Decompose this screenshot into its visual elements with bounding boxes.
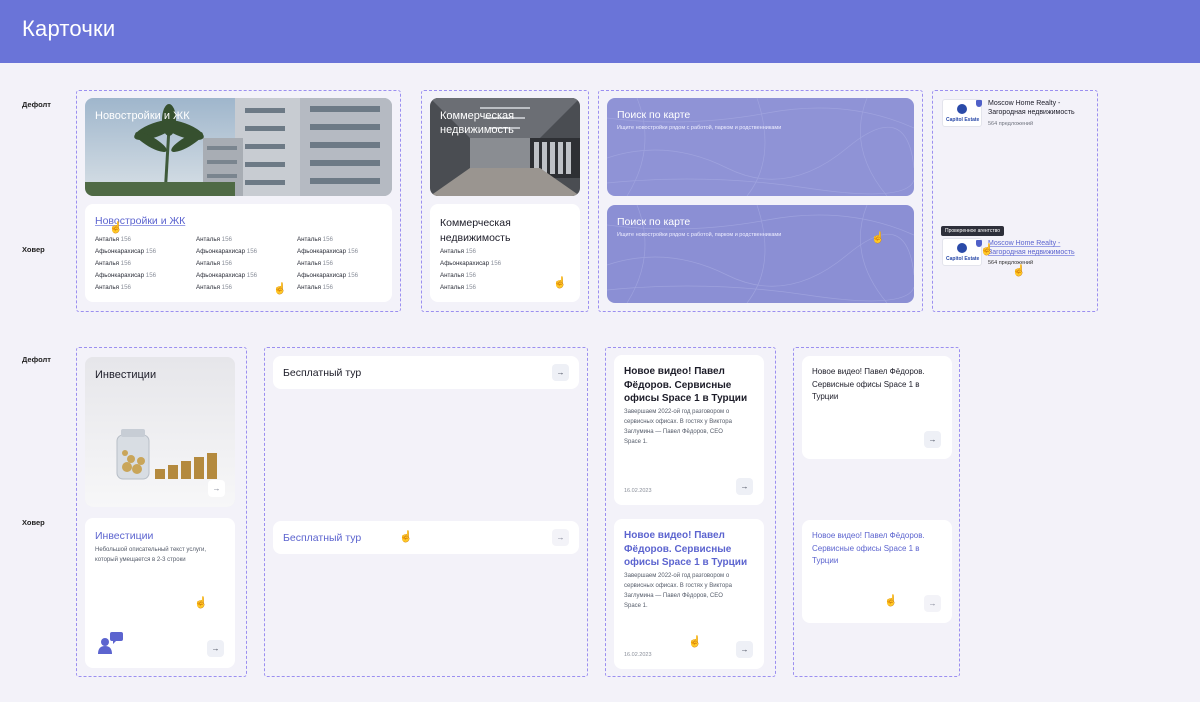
row-label-hover-2: Ховер	[22, 518, 45, 527]
arrow-right-button[interactable]: →	[736, 641, 753, 658]
arrow-right-button[interactable]: →	[736, 478, 753, 495]
hand-cursor-icon: ☝	[273, 283, 287, 295]
row-label-hover: Ховер	[22, 245, 45, 254]
video-card-text: Завершаем 2022-ой год разговором о серви…	[624, 409, 732, 445]
commercial-image-card[interactable]: Коммерческая недвижимость	[430, 98, 580, 196]
city-link[interactable]: Афьонкарахисар 156	[440, 258, 501, 270]
commercial-hover-title[interactable]: Коммерческая недвижимость	[440, 216, 511, 246]
investments-image-card[interactable]: Инвестиции →	[85, 357, 235, 507]
commercial-hover-card[interactable]: Коммерческая недвижимость Анталья 156 Аф…	[430, 204, 580, 302]
verified-tooltip: Проверенное агентство	[941, 226, 1005, 236]
free-tour-hover-card[interactable]: Бесплатный тур ☝ →	[273, 521, 579, 554]
city-link[interactable]: Афьонкарахисар 156	[297, 246, 358, 258]
city-link[interactable]: Анталья 156	[440, 282, 501, 294]
hand-cursor-icon: ☝	[871, 232, 885, 244]
page-title: Карточки	[22, 16, 116, 41]
video-card-title: Новое видео! Павел Фёдоров. Сервисные оф…	[624, 366, 748, 404]
arrow-right-button[interactable]: →	[207, 640, 224, 657]
commercial-list: Анталья 156 Афьонкарахисар 156 Анталья 1…	[440, 246, 501, 294]
free-tour-title: Бесплатный тур	[283, 367, 362, 379]
arrow-right-button[interactable]: →	[552, 529, 569, 546]
city-link[interactable]: Анталья 156	[95, 258, 156, 270]
video-hover-card[interactable]: Новое видео! Павел Фёдоров. Сервисные оф…	[614, 519, 764, 669]
map-search-card[interactable]: Поиск по карте Ищите новостройки рядом с…	[607, 98, 914, 196]
novostroyki-image-card[interactable]: Новостройки и ЖК	[85, 98, 392, 196]
free-tour-card[interactable]: Бесплатный тур →	[273, 356, 579, 389]
video-small-hover-card[interactable]: Новое видео! Павел Фёдоров. Сервисные оф…	[802, 520, 952, 623]
city-link[interactable]: Афьонкарахисар 156	[196, 270, 257, 282]
investments-hover-title[interactable]: Инвестиции	[95, 529, 153, 543]
video-card-hover-title[interactable]: Новое видео! Павел Фёдоров. Сервисные оф…	[624, 529, 747, 570]
agency-offers: 564 предложений	[988, 121, 1034, 127]
novostroyki-hover-card[interactable]: Новостройки и ЖК Анталья 156 Афьонкарахи…	[85, 204, 392, 302]
novostroyki-image-title: Новостройки и ЖК	[95, 110, 190, 122]
row-label-default: Дефолт	[22, 100, 51, 109]
verified-shield-icon	[976, 100, 982, 107]
hand-cursor-icon: ☝	[688, 636, 702, 648]
video-small-title: Новое видео! Павел Фёдоров. Сервисные оф…	[812, 367, 925, 401]
video-card-text: Завершаем 2022-ой год разговором о серви…	[624, 573, 732, 609]
city-link[interactable]: Анталья 156	[95, 234, 156, 246]
video-small-card[interactable]: Новое видео! Павел Фёдоров. Сервисные оф…	[802, 356, 952, 459]
investments-hover-card[interactable]: Инвестиции Небольшой описательный текст …	[85, 518, 235, 668]
novostroyki-col-1: Анталья 156 Афьонкарахисар 156 Анталья 1…	[95, 234, 156, 294]
row-label-default-2: Дефолт	[22, 355, 51, 364]
city-link[interactable]: Анталья 156	[440, 246, 501, 258]
video-card-date: 16.02.2023	[624, 652, 652, 658]
hand-cursor-icon: ☝	[399, 531, 413, 543]
city-link[interactable]: Афьонкарахисар 156	[297, 270, 358, 282]
novostroyki-col-2: Анталья 156 Афьонкарахисар 156 Анталья 1…	[196, 234, 257, 294]
map-search-title: Поиск по карте	[617, 109, 691, 121]
video-small-hover-title[interactable]: Новое видео! Павел Фёдоров. Сервисные оф…	[812, 530, 925, 568]
arrow-right-button[interactable]: →	[208, 480, 225, 497]
city-link[interactable]: Анталья 156	[297, 282, 358, 294]
city-link[interactable]: Анталья 156	[196, 258, 257, 270]
city-link[interactable]: Анталья 156	[196, 234, 257, 246]
agency-hover-card[interactable]: Capitol Estate Moscow Home Realty - Заго…	[942, 238, 1092, 277]
agency-card[interactable]: Capitol Estate Moscow Home Realty - Заго…	[942, 99, 1092, 131]
investments-image-title: Инвестиции	[95, 369, 157, 381]
hand-cursor-icon: ☝	[194, 597, 208, 609]
hand-cursor-icon: ☝	[1012, 265, 1026, 277]
city-link[interactable]: Афьонкарахисар 156	[95, 270, 156, 282]
map-search-title: Поиск по карте	[617, 216, 691, 228]
hand-cursor-icon: ☝	[553, 277, 567, 289]
investments-description: Небольшой описательный текст услуги, кот…	[95, 547, 207, 563]
hand-cursor-icon: ☝	[980, 244, 994, 256]
arrow-right-button[interactable]: →	[924, 431, 941, 448]
city-link[interactable]: Анталья 156	[440, 270, 501, 282]
city-link[interactable]: Анталья 156	[95, 282, 156, 294]
city-link[interactable]: Анталья 156	[196, 282, 257, 294]
free-tour-hover-title: Бесплатный тур	[283, 532, 362, 544]
page-header: Карточки	[0, 0, 1200, 63]
arrow-right-button[interactable]: →	[924, 595, 941, 612]
agency-name[interactable]: Moscow Home Realty - Загородная недвижим…	[988, 99, 1075, 117]
city-link[interactable]: Анталья 156	[297, 258, 358, 270]
map-search-subtitle: Ищите новостройки рядом с работой, парко…	[617, 125, 782, 131]
city-link[interactable]: Анталья 156	[297, 234, 358, 246]
hand-cursor-icon: ☝	[884, 595, 898, 607]
arrow-right-button[interactable]: →	[552, 364, 569, 381]
consultant-icon	[98, 632, 123, 654]
free-tour-frame	[264, 347, 588, 677]
agency-offers: 564 предложений	[988, 260, 1034, 266]
hand-cursor-icon: ☝	[109, 222, 123, 234]
video-card-date: 16.02.2023	[624, 488, 652, 494]
city-link[interactable]: Афьонкарахисар 156	[95, 246, 156, 258]
video-card[interactable]: Новое видео! Павел Фёдоров. Сервисные оф…	[614, 355, 764, 505]
novostroyki-col-3: Анталья 156 Афьонкарахисар 156 Анталья 1…	[297, 234, 358, 294]
city-link[interactable]: Афьонкарахисар 156	[196, 246, 257, 258]
agency-name[interactable]: Moscow Home Realty - Загородная недвижим…	[988, 239, 1075, 257]
map-search-hover-card[interactable]: Поиск по карте Ищите новостройки рядом с…	[607, 205, 914, 303]
commercial-image-title: Коммерческая недвижимость	[440, 110, 515, 136]
map-search-subtitle: Ищите новостройки рядом с работой, парко…	[617, 232, 782, 238]
